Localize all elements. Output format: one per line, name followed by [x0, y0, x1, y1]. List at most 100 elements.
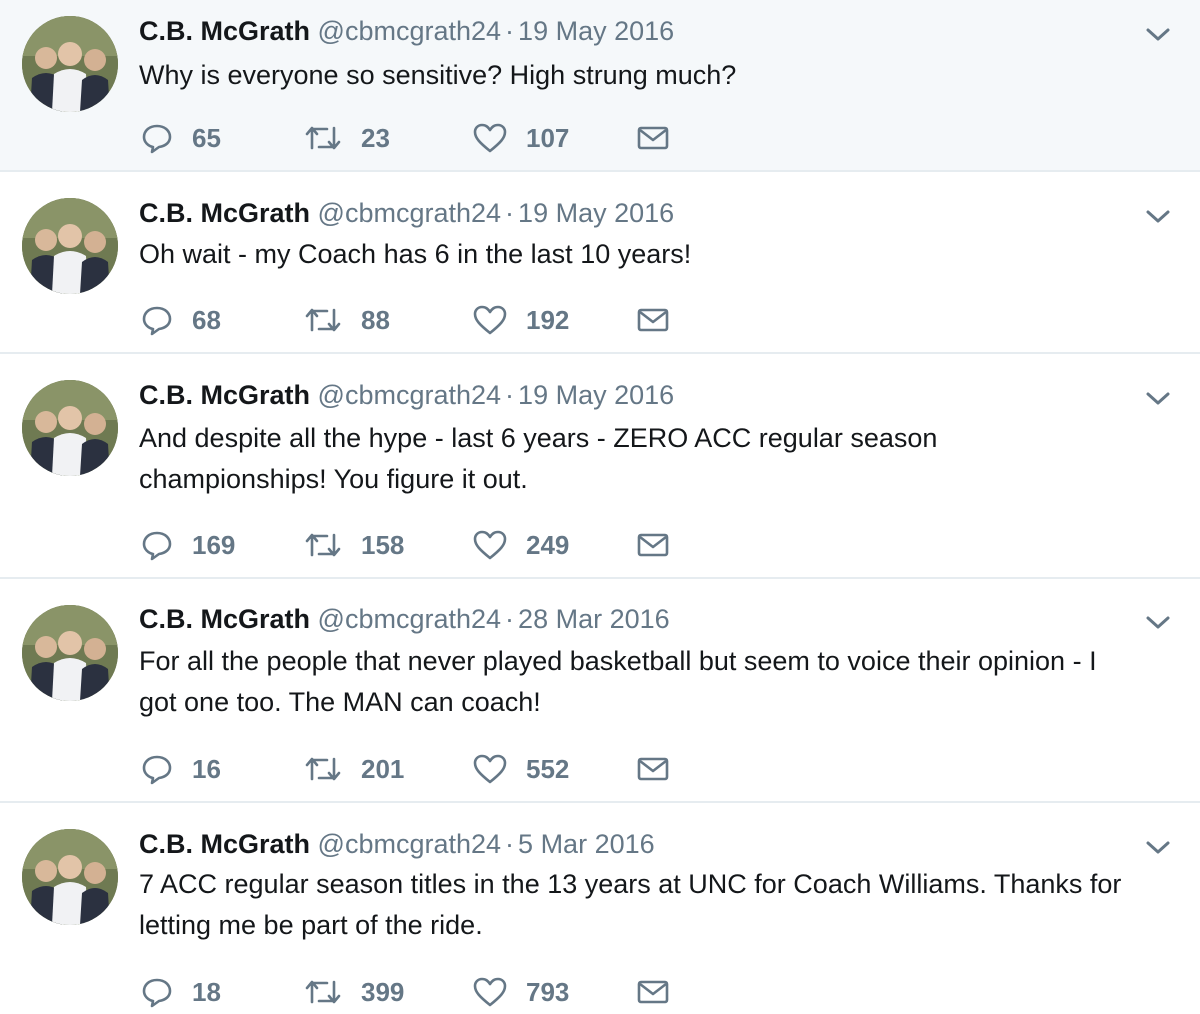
- heart-icon: [472, 529, 508, 561]
- display-name[interactable]: C.B. McGrath: [139, 380, 310, 410]
- retweet-button[interactable]: 399: [303, 972, 404, 1012]
- heart-icon: [472, 976, 508, 1008]
- tweet-header: C.B. McGrath @cbmcgrath24 · 19 May 2016: [139, 14, 674, 48]
- retweet-button[interactable]: 23: [303, 118, 390, 158]
- reply-count: 16: [192, 753, 221, 784]
- separator-dot: ·: [505, 198, 515, 228]
- reply-icon: [140, 122, 174, 154]
- direct-message-button[interactable]: [636, 749, 670, 789]
- envelope-icon: [636, 123, 670, 153]
- retweet-count: 88: [361, 304, 390, 335]
- retweet-button[interactable]: 88: [303, 300, 390, 340]
- user-handle[interactable]: @cbmcgrath24: [318, 16, 502, 46]
- reply-icon: [140, 976, 174, 1008]
- avatar[interactable]: [22, 16, 118, 112]
- display-name[interactable]: C.B. McGrath: [139, 198, 310, 228]
- tweet-actions: 169 158 249: [140, 525, 700, 565]
- heart-icon: [472, 753, 508, 785]
- envelope-icon: [636, 754, 670, 784]
- display-name[interactable]: C.B. McGrath: [139, 16, 310, 46]
- like-count: 552: [526, 753, 570, 784]
- separator-dot: ·: [505, 829, 515, 859]
- chevron-down-icon[interactable]: [1143, 204, 1173, 228]
- envelope-icon: [636, 977, 670, 1007]
- avatar[interactable]: [22, 380, 118, 476]
- like-button[interactable]: 107: [472, 118, 569, 158]
- tweet-text: For all the people that never played bas…: [139, 646, 1097, 717]
- reply-icon: [140, 304, 174, 336]
- reply-button[interactable]: 169: [140, 525, 235, 565]
- like-count: 793: [526, 976, 570, 1007]
- avatar[interactable]: [22, 829, 118, 925]
- reply-count: 65: [192, 122, 221, 153]
- like-button[interactable]: 552: [472, 749, 569, 789]
- separator-dot: ·: [505, 604, 515, 634]
- avatar[interactable]: [22, 198, 118, 294]
- chevron-down-icon[interactable]: [1143, 835, 1173, 859]
- tweet-date[interactable]: 19 May 2016: [518, 198, 674, 228]
- retweet-button[interactable]: 158: [303, 525, 404, 565]
- reply-icon: [140, 529, 174, 561]
- tweet-text: 7 ACC regular season titles in the 13 ye…: [139, 869, 1122, 940]
- tweet[interactable]: C.B. McGrath @cbmcgrath24 · 19 May 2016 Wh…: [0, 0, 1200, 172]
- direct-message-button[interactable]: [636, 525, 670, 565]
- tweet-header: C.B. McGrath @cbmcgrath24 · 28 Mar 2016: [139, 602, 670, 636]
- tweet-date[interactable]: 19 May 2016: [518, 380, 674, 410]
- like-count: 192: [526, 304, 570, 335]
- retweet-icon: [303, 304, 343, 336]
- heart-icon: [472, 122, 508, 154]
- tweet-date[interactable]: 5 Mar 2016: [518, 829, 655, 859]
- tweet-header: C.B. McGrath @cbmcgrath24 · 5 Mar 2016: [139, 827, 655, 861]
- tweet[interactable]: C.B. McGrath @cbmcgrath24 · 5 Mar 2016 7 A…: [0, 803, 1200, 1014]
- like-button[interactable]: 249: [472, 525, 569, 565]
- reply-count: 169: [192, 529, 236, 560]
- retweet-count: 201: [361, 753, 405, 784]
- tweet-date[interactable]: 19 May 2016: [518, 16, 674, 46]
- user-handle[interactable]: @cbmcgrath24: [318, 380, 502, 410]
- like-button[interactable]: 192: [472, 300, 569, 340]
- retweet-count: 399: [361, 976, 405, 1007]
- tweet-actions: 65 23 107: [140, 118, 700, 158]
- separator-dot: ·: [505, 380, 515, 410]
- avatar[interactable]: [22, 605, 118, 701]
- user-handle[interactable]: @cbmcgrath24: [318, 198, 502, 228]
- separator-dot: ·: [505, 16, 515, 46]
- retweet-icon: [303, 753, 343, 785]
- user-handle[interactable]: @cbmcgrath24: [318, 829, 502, 859]
- direct-message-button[interactable]: [636, 118, 670, 158]
- display-name[interactable]: C.B. McGrath: [139, 829, 310, 859]
- tweet[interactable]: C.B. McGrath @cbmcgrath24 · 19 May 2016 Oh…: [0, 172, 1200, 354]
- tweet[interactable]: C.B. McGrath @cbmcgrath24 · 28 Mar 2016 Fo…: [0, 579, 1200, 803]
- reply-button[interactable]: 65: [140, 118, 221, 158]
- tweet-date[interactable]: 28 Mar 2016: [518, 604, 670, 634]
- direct-message-button[interactable]: [636, 300, 670, 340]
- retweet-button[interactable]: 201: [303, 749, 404, 789]
- retweet-count: 158: [361, 529, 405, 560]
- chevron-down-icon[interactable]: [1143, 610, 1173, 634]
- retweet-icon: [303, 976, 343, 1008]
- chevron-down-icon[interactable]: [1143, 22, 1173, 46]
- tweet-text: Why is everyone so sensitive? High strun…: [139, 60, 737, 90]
- tweet-text: Oh wait - my Coach has 6 in the last 10 …: [139, 239, 692, 269]
- like-count: 249: [526, 529, 570, 560]
- direct-message-button[interactable]: [636, 972, 670, 1012]
- like-count: 107: [526, 122, 570, 153]
- envelope-icon: [636, 530, 670, 560]
- tweet-actions: 16 201 552: [140, 749, 700, 789]
- user-handle[interactable]: @cbmcgrath24: [318, 604, 502, 634]
- reply-button[interactable]: 68: [140, 300, 221, 340]
- display-name[interactable]: C.B. McGrath: [139, 604, 310, 634]
- envelope-icon: [636, 305, 670, 335]
- like-button[interactable]: 793: [472, 972, 569, 1012]
- reply-count: 18: [192, 976, 221, 1007]
- tweet[interactable]: C.B. McGrath @cbmcgrath24 · 19 May 2016 An…: [0, 354, 1200, 579]
- retweet-icon: [303, 529, 343, 561]
- retweet-count: 23: [361, 122, 390, 153]
- reply-button[interactable]: 16: [140, 749, 221, 789]
- reply-button[interactable]: 18: [140, 972, 221, 1012]
- reply-icon: [140, 753, 174, 785]
- heart-icon: [472, 304, 508, 336]
- retweet-icon: [303, 122, 343, 154]
- tweet-actions: 68 88 192: [140, 300, 700, 340]
- chevron-down-icon[interactable]: [1143, 386, 1173, 410]
